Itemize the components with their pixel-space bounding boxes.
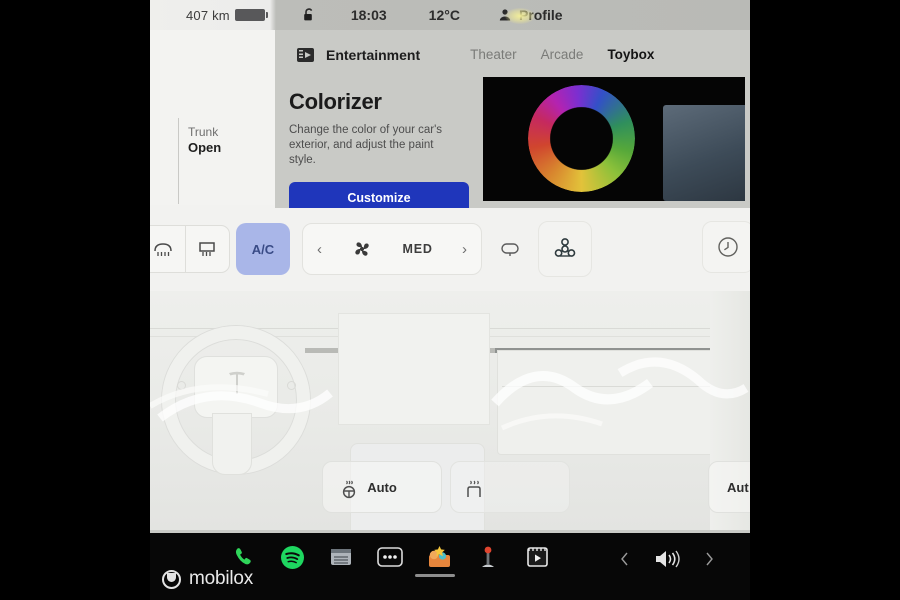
trunk-label: Trunk <box>188 125 219 139</box>
entertainment-tabs: Theater Arcade Toybox <box>470 47 654 62</box>
tab-arcade[interactable]: Arcade <box>541 47 584 62</box>
vehicle-touchscreen: Trunk Open 407 km 18:03 12°C Profile Ent… <box>150 0 750 600</box>
passenger-auto-button[interactable]: Aut <box>708 461 750 513</box>
clock-icon <box>716 235 740 259</box>
profile-button[interactable]: Profile <box>498 7 563 23</box>
fan-speed-control: ‹ MED › <box>302 223 482 275</box>
center-display-panel <box>338 313 490 425</box>
fan-icon <box>351 238 373 260</box>
calendar-app-icon[interactable] <box>328 544 354 570</box>
dock-top-edge <box>150 530 750 533</box>
range-value: 407 km <box>186 7 230 23</box>
fan-speed-value: MED <box>402 242 433 256</box>
left-controls-panel: Trunk Open <box>150 30 278 205</box>
front-defrost-icon[interactable] <box>150 226 185 272</box>
colorizer-card: Colorizer Change the color of your car's… <box>275 77 480 208</box>
toybox-app-icon[interactable] <box>426 544 452 570</box>
fan-decrease-button[interactable]: ‹ <box>317 241 322 258</box>
customize-button[interactable]: Customize <box>289 182 469 208</box>
heated-seat-icon[interactable] <box>463 477 485 499</box>
trunk-state: Open <box>188 140 222 155</box>
app-dock: mobilox <box>150 530 750 600</box>
profile-label: Profile <box>518 7 563 23</box>
tesla-t-logo <box>228 370 246 396</box>
defrost-button-group <box>150 225 230 273</box>
color-wheel-icon[interactable] <box>528 85 635 192</box>
theater-app-icon[interactable] <box>524 544 550 570</box>
tab-toybox[interactable]: Toybox <box>607 47 654 62</box>
biohazard-icon <box>552 236 578 262</box>
spotify-app-icon[interactable] <box>279 544 305 570</box>
entertainment-panel: Entertainment Theater Arcade Toybox Colo… <box>275 0 750 208</box>
colorizer-description: Change the color of your car's exterior,… <box>289 124 443 166</box>
person-icon <box>498 8 512 22</box>
divider <box>178 118 179 204</box>
more-apps-icon[interactable] <box>377 544 403 570</box>
fan-increase-button[interactable]: › <box>462 241 467 258</box>
phone-app-icon[interactable] <box>230 544 256 570</box>
climate-control-bar: A/C ‹ MED › <box>150 205 750 291</box>
entertainment-title: Entertainment <box>326 46 421 63</box>
dock-app-list <box>230 544 550 570</box>
wheel-button-right <box>287 381 296 390</box>
trunk-status[interactable]: Trunk Open <box>188 125 221 156</box>
entertainment-tab-bar: Entertainment Theater Arcade Toybox <box>275 32 750 77</box>
home-indicator-bar[interactable] <box>415 574 455 577</box>
volume-control <box>620 548 714 570</box>
range-indicator[interactable]: 407 km <box>186 7 268 23</box>
mobilox-logo-icon <box>162 569 181 589</box>
film-strip-icon <box>297 47 314 62</box>
battery-icon <box>234 9 268 21</box>
outside-temperature[interactable]: 12°C <box>429 7 460 23</box>
clock-time[interactable]: 18:03 <box>351 7 387 23</box>
entertainment-content: Colorizer Change the color of your car's… <box>275 77 750 208</box>
heated-steering-wheel-icon[interactable] <box>338 477 360 499</box>
recirculate-icon[interactable] <box>488 227 532 271</box>
paint-preview-swatch[interactable] <box>663 105 745 201</box>
watermark-text: mobilox <box>189 568 254 589</box>
rear-defrost-icon[interactable] <box>184 226 230 272</box>
climate-timer-button[interactable] <box>702 221 750 273</box>
ac-toggle-button[interactable]: A/C <box>236 223 290 275</box>
bioweapon-defense-button[interactable] <box>538 221 592 277</box>
colorizer-preview[interactable] <box>483 77 745 201</box>
chevron-right-icon[interactable] <box>704 552 714 566</box>
wheel-button-left <box>177 381 186 390</box>
tab-theater[interactable]: Theater <box>470 47 517 62</box>
seat-climate-row: Auto Aut <box>150 455 750 525</box>
entertainment-header[interactable]: Entertainment <box>297 47 420 63</box>
status-bar: 407 km 18:03 12°C Profile <box>150 0 750 30</box>
screenshot-root: Trunk Open 407 km 18:03 12°C Profile Ent… <box>0 0 900 600</box>
arcade-app-icon[interactable] <box>475 544 501 570</box>
chevron-left-icon[interactable] <box>620 552 630 566</box>
unlocked-padlock-icon[interactable] <box>301 7 317 23</box>
speaker-icon[interactable] <box>652 548 682 570</box>
mobilox-watermark: mobilox <box>162 568 253 590</box>
colorizer-title: Colorizer <box>289 89 382 114</box>
